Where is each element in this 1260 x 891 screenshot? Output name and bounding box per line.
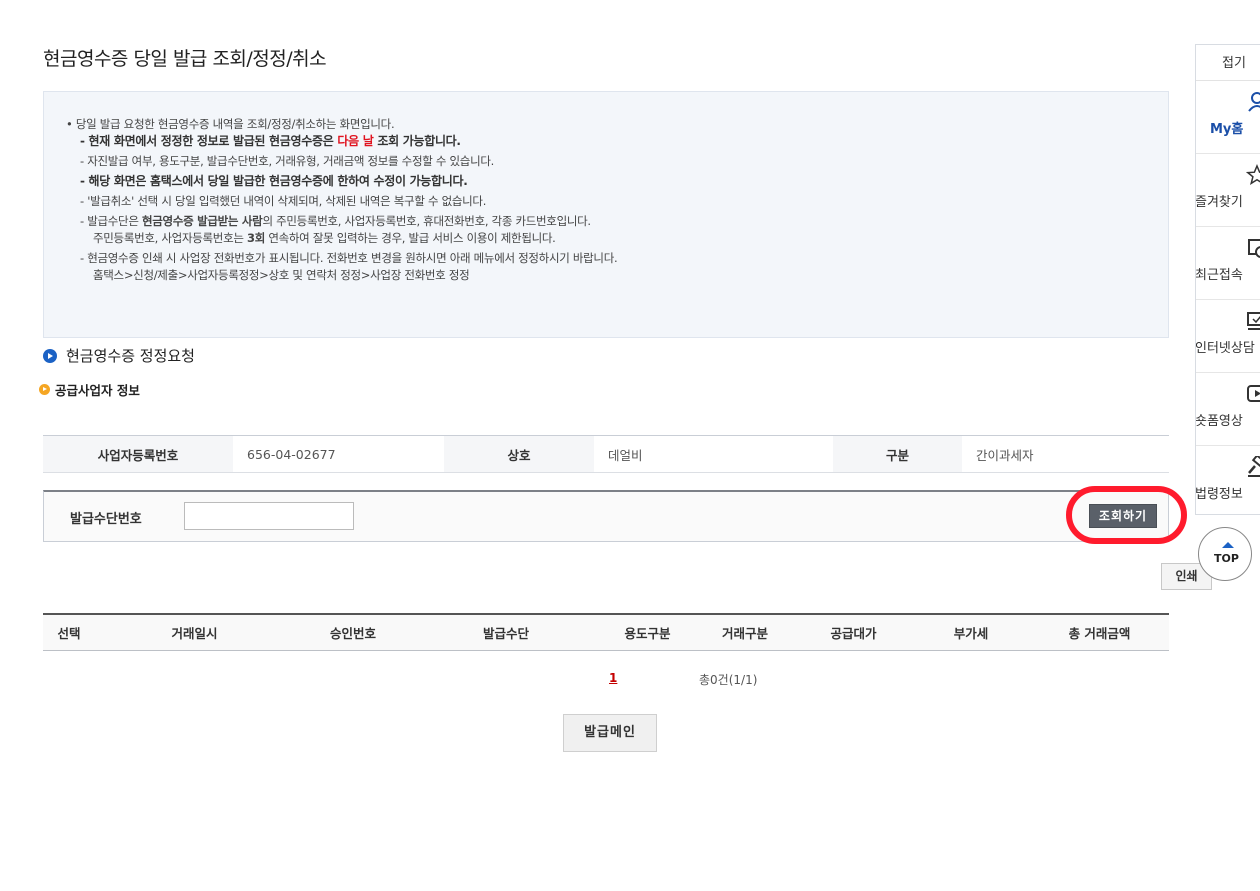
circle-arrow-icon xyxy=(39,384,50,395)
reg-no-value: 656-04-02677 xyxy=(247,446,336,462)
subsection-title: 공급사업자 정보 xyxy=(39,380,140,399)
issue-main-button[interactable]: 발급메인 xyxy=(563,714,657,752)
notice-line: - '발급취소' 선택 시 당일 입력했던 내역이 삭제되며, 삭제된 내역은 … xyxy=(80,194,487,208)
quick-menu-item-myhome[interactable]: My홈 xyxy=(1196,81,1260,154)
column-header: 거래일시 xyxy=(95,614,294,651)
notice-line: - 자진발급 여부, 용도구분, 발급수단번호, 거래유형, 거래금액 정보를 … xyxy=(80,154,494,168)
total-count: 총0건(1/1) xyxy=(699,673,758,687)
gavel-icon xyxy=(1248,456,1260,477)
notice-line: 주민등록번호, 사업자등록번호는 3회 연속하여 잘못 입력하는 경우, 발급 … xyxy=(93,231,556,245)
quick-menu-label: 최근접속 xyxy=(1195,268,1243,283)
play-icon xyxy=(1247,385,1260,402)
search-bar: 발급수단번호 조회하기 xyxy=(43,490,1169,542)
result-header-row: 선택 거래일시 승인번호 발급수단 용도구분 거래구분 공급대가 부가세 총 거… xyxy=(43,614,1169,651)
column-header: 용도구분 xyxy=(600,614,695,651)
quick-menu-label: 즐겨찾기 xyxy=(1195,195,1243,210)
notice-line: • 당일 발급 요청한 현금영수증 내역을 조회/정정/취소하는 화면입니다. xyxy=(66,117,395,131)
reg-no-label: 사업자등록번호 xyxy=(43,435,233,473)
notice-line: - 현금영수증 인쇄 시 사업장 전화번호가 표시됩니다. 전화번호 변경을 원… xyxy=(80,251,618,265)
quick-menu-item-recent[interactable]: 최근접속 xyxy=(1196,227,1260,300)
page-link-current[interactable]: 1 xyxy=(609,671,617,685)
quick-menu-item-favorites[interactable]: 즐겨찾기 xyxy=(1196,154,1260,227)
column-header: 거래구분 xyxy=(695,614,795,651)
column-header: 승인번호 xyxy=(294,614,412,651)
quick-menu-item-shortform[interactable]: 숏폼영상 xyxy=(1196,373,1260,446)
star-icon xyxy=(1246,164,1260,186)
chat-icon xyxy=(1247,312,1260,330)
arrow-up-icon xyxy=(1222,542,1234,548)
circle-arrow-icon xyxy=(43,348,57,363)
notice-line: 홈택스>신청/제출>사업자등록정정>상호 및 연락처 정정>사업장 전화번호 정… xyxy=(93,268,470,282)
company-name-label: 상호 xyxy=(444,435,594,473)
supplier-info-table: 사업자등록번호 656-04-02677 상호 데얼비 구분 간이과세자 xyxy=(43,435,1169,473)
quick-menu-label: 법령정보 xyxy=(1195,487,1243,502)
taxpayer-type-label: 구분 xyxy=(833,435,962,473)
notice-line: - 현재 화면에서 정정한 정보로 발급된 현금영수증은 다음 날 조회 가능합… xyxy=(80,134,461,148)
company-name-value: 데얼비 xyxy=(608,447,643,463)
quick-menu-label: My홈 xyxy=(1210,122,1244,137)
quick-menu-label: 인터넷상담 xyxy=(1195,341,1255,356)
quick-menu: 접기 My홈 즐겨찾기 최근접속 인터넷상담 숏폼영상 법령정보 xyxy=(1195,44,1260,515)
person-icon xyxy=(1248,92,1260,112)
quick-menu-label: 숏폼영상 xyxy=(1195,414,1243,429)
column-header: 발급수단 xyxy=(412,614,600,651)
section-title: 현금영수증 정정요청 xyxy=(43,345,195,366)
result-table: 선택 거래일시 승인번호 발급수단 용도구분 거래구분 공급대가 부가세 총 거… xyxy=(43,613,1169,651)
recent-icon xyxy=(1248,239,1260,258)
highlight-ring xyxy=(1066,486,1187,544)
quick-menu-item-counsel[interactable]: 인터넷상담 xyxy=(1196,300,1260,373)
scroll-top-button[interactable]: TOP xyxy=(1198,527,1252,581)
quick-menu-item-law[interactable]: 법령정보 xyxy=(1195,446,1260,514)
column-header: 공급대가 xyxy=(795,614,912,651)
notice-line: - 발급수단은 현금영수증 발급받는 사람의 주민등록번호, 사업자등록번호, … xyxy=(80,214,591,228)
notice-box: • 당일 발급 요청한 현금영수증 내역을 조회/정정/취소하는 화면입니다. … xyxy=(43,91,1169,338)
quick-menu-collapse-button[interactable]: 접기 xyxy=(1196,45,1260,81)
taxpayer-type-value: 간이과세자 xyxy=(976,447,1034,463)
notice-line: - 해당 화면은 홈택스에서 당일 발급한 현금영수증에 한하여 수정이 가능합… xyxy=(80,174,468,188)
issue-means-input[interactable] xyxy=(184,502,354,530)
column-header: 부가세 xyxy=(912,614,1030,651)
column-header: 총 거래금액 xyxy=(1030,614,1169,651)
column-header: 선택 xyxy=(43,614,95,651)
page-title: 현금영수증 당일 발급 조회/정정/취소 xyxy=(43,48,327,70)
issue-means-label: 발급수단번호 xyxy=(70,512,142,527)
